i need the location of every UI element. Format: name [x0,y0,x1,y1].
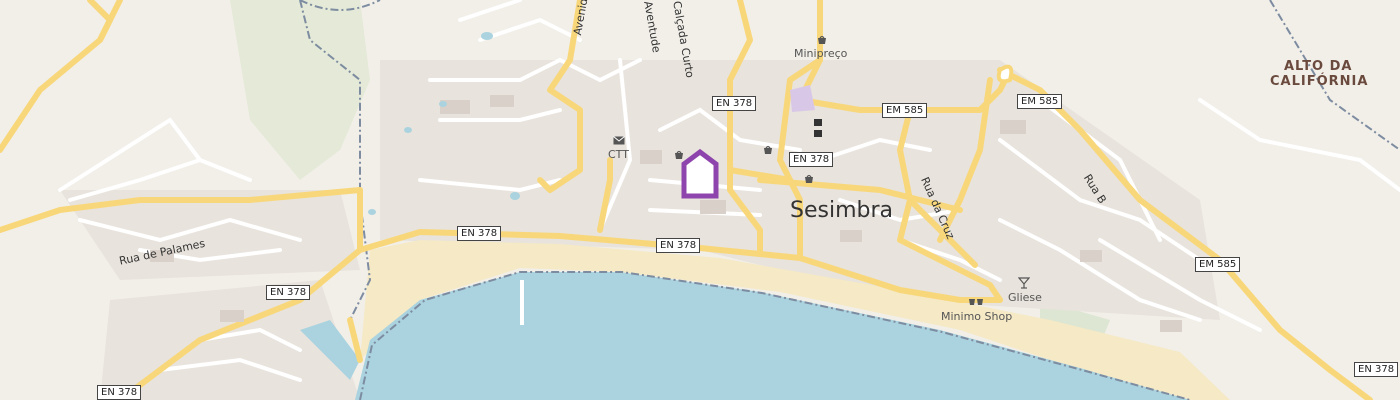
poi-label-ctt[interactable]: CTT [608,148,629,161]
map-base [0,0,1400,400]
route-shield: EM 585 [1195,257,1241,272]
shop-icon[interactable] [968,296,984,306]
shop-icon[interactable] [804,174,814,184]
town-label: Sesimbra [790,198,893,223]
location-marker-icon[interactable] [680,148,720,200]
route-shield: EN 378 [712,96,757,111]
poi-label-minimo-shop[interactable]: Minimo Shop [941,310,1012,323]
map-canvas[interactable]: Sesimbra ALTO DA CALIFÓRNIA Rua de Palam… [0,0,1400,400]
route-shield: EN 378 [1354,362,1399,377]
bar-icon[interactable] [1018,277,1030,289]
shop-icon[interactable] [813,117,823,139]
shop-icon[interactable] [674,150,684,160]
route-shield: EN 378 [266,285,311,300]
route-shield: EM 585 [1017,94,1063,109]
post-office-icon[interactable] [613,136,625,145]
poi-label-gliese[interactable]: Gliese [1008,291,1042,304]
poi-label-minipreco[interactable]: Minipreço [794,47,847,60]
route-shield: EN 378 [789,152,834,167]
shop-icon[interactable] [817,35,827,45]
route-shield: EN 378 [97,385,142,400]
route-shield: EM 585 [882,103,928,118]
shop-icon[interactable] [763,145,773,155]
region-label-line2: CALIFÓRNIA [1270,74,1369,89]
route-shield: EN 378 [457,226,502,241]
route-shield: EN 378 [656,238,701,253]
region-label-line1: ALTO DA [1284,59,1353,74]
